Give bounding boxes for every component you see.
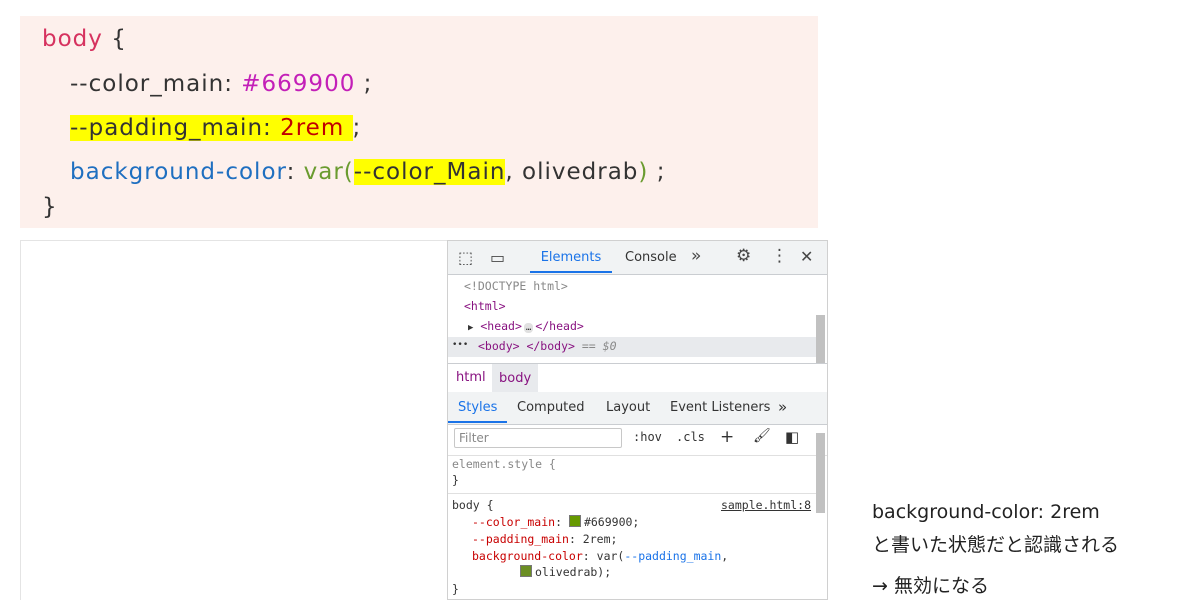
color-swatch-icon[interactable]	[568, 515, 581, 527]
dom-head-row[interactable]: ▶ <head>… </head>	[468, 319, 584, 333]
rule-prop-padding-main[interactable]: --padding_main: 2rem;	[472, 532, 617, 546]
rule-divider	[448, 493, 816, 494]
dom-head-close: </head>	[535, 319, 584, 333]
sidebar-toggle-icon[interactable]: ◧	[785, 428, 799, 446]
prop-name: --color_main	[472, 515, 556, 529]
code-colon: :	[263, 115, 272, 141]
rule-prop-fallback-line: olivedrab);	[520, 565, 611, 579]
prop-name: background-color	[472, 549, 583, 563]
code-value-color-main: #669900	[241, 71, 356, 97]
prop-value-fn: var(	[596, 549, 625, 563]
filter-input[interactable]	[454, 428, 622, 448]
code-line-selector: body {	[42, 26, 127, 52]
code-selector: body	[42, 26, 103, 52]
code-prop-padding-main: --padding_main	[70, 115, 264, 141]
dom-html-node[interactable]: <html>	[464, 299, 506, 313]
annotation-line-2: と書いた状態だと認識される	[872, 534, 1120, 556]
code-var-function: var(	[303, 159, 354, 185]
cls-toggle[interactable]: .cls	[676, 430, 705, 444]
rule-prop-color-main[interactable]: --color_main: #669900;	[472, 515, 639, 529]
rule-prop-background-color[interactable]: background-color: var(--padding_main,	[472, 549, 728, 563]
dom-doctype[interactable]: <!DOCTYPE html>	[464, 279, 568, 293]
code-line-background-color: background-color: var(--color_Main, oliv…	[42, 159, 665, 185]
styles-filter-bar: :hov .cls + 🖌 ◧	[448, 425, 827, 456]
collapsed-ellipsis-icon[interactable]: …	[523, 323, 534, 333]
code-colon: :	[286, 159, 296, 185]
code-paren-close: )	[638, 159, 649, 185]
prop-fallback-value: olivedrab);	[535, 565, 612, 579]
rule-source-link[interactable]: sample.html:8	[721, 498, 811, 512]
page-viewport	[20, 240, 448, 600]
annotation-line-3: → 無効になる	[872, 575, 989, 597]
gear-icon[interactable]: ⚙	[736, 246, 751, 266]
code-comma: ,	[505, 159, 514, 185]
expand-arrow-icon[interactable]: ▶	[468, 323, 473, 333]
code-value-padding-main: 2rem	[280, 115, 345, 141]
paint-brush-icon[interactable]: 🖌	[753, 428, 771, 444]
prop-value: #669900;	[583, 515, 640, 529]
code-semicolon: ;	[656, 159, 666, 185]
color-swatch-icon[interactable]	[520, 565, 532, 577]
new-rule-plus-icon[interactable]: +	[720, 427, 734, 447]
css-code-panel: body { --color_main: #669900 ; --padding…	[20, 16, 818, 228]
inspect-element-icon[interactable]: ⬚	[458, 248, 473, 267]
code-line-color-main: --color_main: #669900 ;	[42, 71, 372, 97]
tab-elements[interactable]: Elements	[530, 241, 612, 273]
breadcrumb-html[interactable]: html	[456, 370, 486, 385]
code-prop-color-main: --color_main	[70, 71, 225, 97]
var-reference-link[interactable]: --padding_main	[624, 549, 721, 563]
row-menu-icon[interactable]: •••	[452, 340, 468, 350]
code-var-argument: --color_Main	[353, 159, 506, 185]
more-tabs-icon[interactable]: »	[691, 246, 701, 266]
breadcrumb: html body	[448, 363, 827, 394]
dom-tree: <!DOCTYPE html> <html> ▶ <head>… </head> …	[448, 275, 827, 375]
element-style-close: }	[452, 473, 459, 487]
body-rule-selector[interactable]: body {	[452, 498, 494, 512]
tab-layout[interactable]: Layout	[606, 400, 650, 415]
styles-subtabs: Styles Computed Layout Event Listeners »	[448, 392, 827, 425]
code-line-padding-main: --padding_main: 2rem ;	[42, 115, 361, 141]
code-colon: :	[224, 71, 233, 97]
prop-value: 2rem;	[582, 532, 618, 546]
device-toggle-icon[interactable]: ▭	[490, 248, 505, 267]
code-brace-open: {	[111, 26, 127, 52]
hov-toggle[interactable]: :hov	[633, 430, 662, 444]
kebab-menu-icon[interactable]: ⋮	[771, 246, 788, 266]
tab-styles[interactable]: Styles	[448, 392, 508, 423]
dom-head-open: <head>	[480, 319, 522, 333]
code-semicolon: ;	[363, 71, 373, 97]
tab-console[interactable]: Console	[625, 250, 677, 265]
tab-event-listeners[interactable]: Event Listeners	[670, 400, 770, 415]
code-semicolon: ;	[352, 115, 362, 141]
tab-computed[interactable]: Computed	[517, 400, 585, 415]
dom-selected-marker: == $0	[581, 339, 617, 353]
code-prop-background-color: background-color	[70, 159, 287, 185]
dom-body-tags: <body> </body>	[478, 339, 575, 353]
code-fallback: olivedrab	[522, 159, 639, 185]
prop-name: --padding_main	[472, 532, 569, 546]
close-icon[interactable]: ✕	[800, 247, 813, 266]
dom-body-row[interactable]: <body> </body> == $0	[478, 339, 617, 353]
breadcrumb-body[interactable]: body	[492, 364, 539, 393]
element-style-selector[interactable]: element.style {	[452, 457, 556, 471]
styles-scrollbar[interactable]	[816, 433, 825, 513]
annotation-line-1: background-color: 2rem	[872, 501, 1100, 523]
body-rule-close: }	[452, 582, 459, 596]
more-subtabs-icon[interactable]: »	[778, 398, 787, 416]
prop-value-comma: ,	[721, 549, 729, 563]
code-brace-close: }	[42, 194, 58, 220]
devtools-panel: ⬚ ▭ Elements Console » ⚙ ⋮ ✕ <!DOCTYPE h…	[447, 240, 828, 600]
devtools-toolbar: ⬚ ▭ Elements Console » ⚙ ⋮ ✕	[448, 241, 827, 275]
